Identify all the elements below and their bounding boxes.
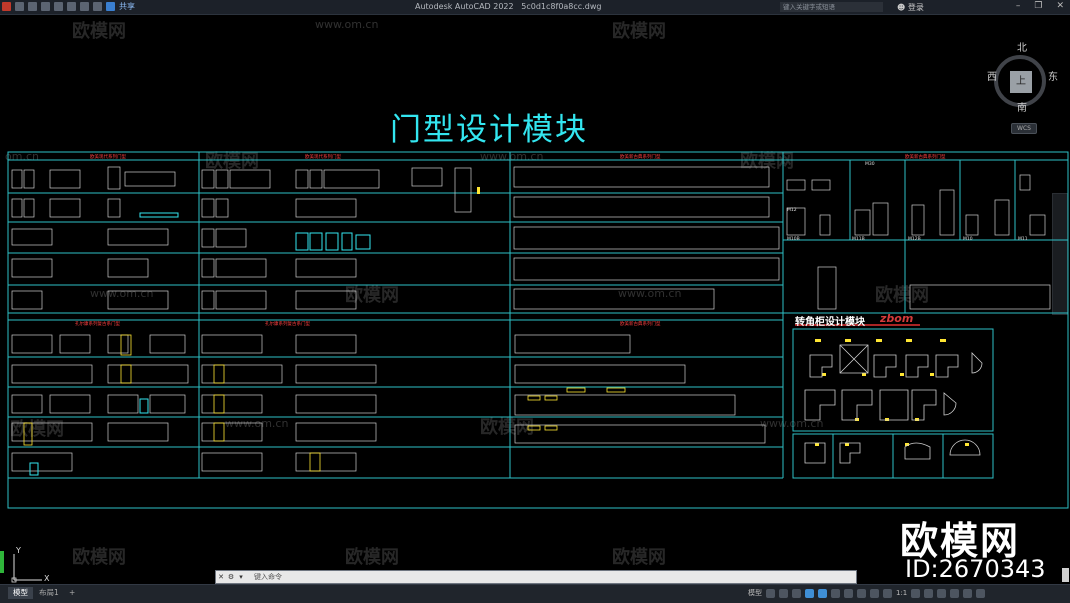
model-space-canvas[interactable]: 欧模网 www.om.cn 欧模网 om.cn 欧模网 www.om.cn 欧模…: [0, 15, 1070, 583]
brand-logo: zbom: [880, 312, 914, 325]
undo-icon[interactable]: [80, 2, 89, 11]
clean-screen-icon[interactable]: [963, 588, 973, 598]
restore-icon[interactable]: ❐: [1034, 1, 1042, 11]
section-title: 欧美新古典系列门型: [905, 155, 946, 160]
share-button[interactable]: 共享: [119, 1, 135, 12]
user-icon: ☻: [897, 3, 906, 12]
plot-icon[interactable]: [67, 2, 76, 11]
save-icon[interactable]: [41, 2, 50, 11]
minimize-icon[interactable]: –: [1016, 1, 1021, 11]
model-space-label[interactable]: 模型: [748, 588, 762, 598]
quick-access-toolbar: 共享: [2, 1, 135, 12]
recent-commands-icon[interactable]: ▾: [236, 573, 246, 581]
scrollbar[interactable]: [1062, 568, 1069, 582]
overlay-logo-id: ID:2670343: [905, 555, 1046, 583]
section-title: 欧美现代系列门型: [90, 155, 126, 160]
command-input[interactable]: 键入命令: [254, 572, 282, 582]
search-input[interactable]: 键入关键字或短语: [780, 2, 883, 12]
grid-icon[interactable]: [766, 588, 775, 598]
corner-panel-title: 转角柜设计模块: [795, 317, 865, 328]
redo-icon[interactable]: [93, 2, 102, 11]
auto-scale-icon[interactable]: [883, 588, 892, 598]
login-button[interactable]: ☻ 登录: [897, 2, 924, 13]
section-title: 欧美新古典系列门型: [620, 155, 661, 160]
transparency-icon[interactable]: [844, 588, 853, 598]
command-line[interactable]: ✕ ⚙ ▾ 键入命令: [215, 570, 857, 584]
door-label: M12B: [908, 237, 921, 242]
open-file-icon[interactable]: [28, 2, 37, 11]
section-title: 孔尔康系列复古系门型: [75, 322, 120, 327]
canvas-left-indicator: [0, 535, 7, 583]
status-toolbar: 模型 1:1: [748, 588, 986, 598]
annotation-visibility-icon[interactable]: [870, 588, 879, 598]
selection-cycling-icon[interactable]: [857, 588, 866, 598]
tab-model[interactable]: 模型: [8, 587, 33, 599]
plus-icon[interactable]: [924, 588, 934, 598]
section-title: 欧美现代系列门型: [305, 155, 341, 160]
app-name: Autodesk AutoCAD 2022: [415, 2, 514, 11]
door-label: M12: [787, 208, 797, 213]
tab-layout1[interactable]: 布局1: [34, 587, 64, 599]
section-title: 欧美新古典系列门型: [620, 322, 661, 327]
ucs-x-label: X: [44, 574, 50, 583]
status-bar: 模型 布局1 + 模型 1:1: [0, 584, 1070, 603]
app-menu-icon[interactable]: [2, 2, 11, 11]
isolate-icon[interactable]: [937, 588, 947, 598]
ortho-icon[interactable]: [792, 588, 801, 598]
osnap-icon[interactable]: [818, 588, 827, 598]
lineweight-icon[interactable]: [831, 588, 840, 598]
add-layout-tab[interactable]: +: [64, 587, 80, 599]
door-label: M11: [1018, 237, 1028, 242]
close-icon[interactable]: ✕: [1056, 1, 1064, 11]
ucs-icon: Y X: [8, 546, 50, 583]
ucs-y-label: Y: [16, 546, 21, 555]
snap-icon[interactable]: [779, 588, 788, 598]
polar-icon[interactable]: [805, 588, 814, 598]
share-icon[interactable]: [106, 2, 115, 11]
door-label: M11B: [852, 237, 865, 242]
customize-icon[interactable]: ⚙: [226, 573, 236, 581]
title-bar: 共享 Autodesk AutoCAD 2022 5c0d1c8f0a8cc.d…: [0, 0, 1070, 15]
door-label: M30: [865, 162, 875, 167]
window-title: Autodesk AutoCAD 2022 5c0d1c8f0a8cc.dwg: [415, 2, 601, 11]
customization-menu-icon[interactable]: [976, 588, 986, 598]
file-name: 5c0d1c8f0a8cc.dwg: [521, 2, 602, 11]
section-title: 孔尔康系列复古系门型: [265, 322, 310, 327]
new-file-icon[interactable]: [15, 2, 24, 11]
drawing-sheet: [7, 151, 1069, 509]
annotation-scale[interactable]: 1:1: [896, 589, 907, 597]
gear-icon[interactable]: [911, 588, 921, 598]
door-label: M10B: [787, 237, 800, 242]
save-as-icon[interactable]: [54, 2, 63, 11]
window-controls: – ❐ ✕: [1016, 1, 1064, 11]
login-label: 登录: [907, 3, 924, 12]
hardware-acceleration-icon[interactable]: [950, 588, 960, 598]
door-label: M10: [963, 237, 973, 242]
close-command-icon[interactable]: ✕: [216, 573, 226, 581]
